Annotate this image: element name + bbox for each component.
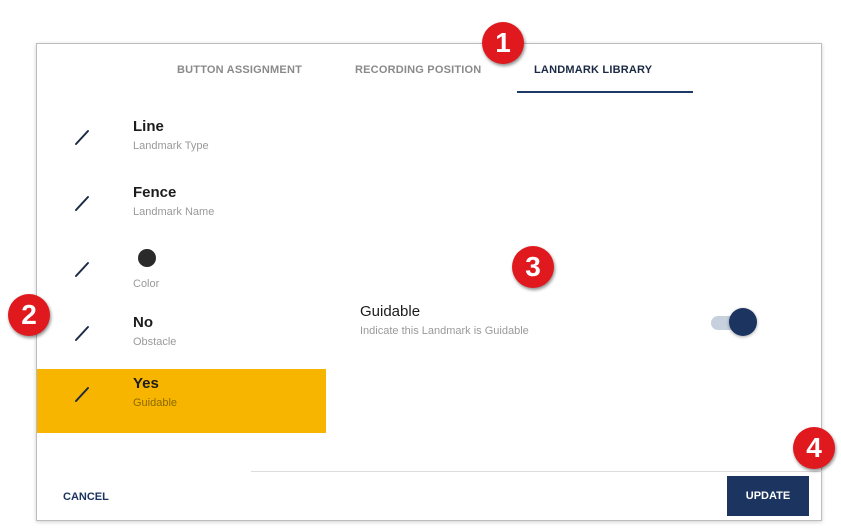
- property-label: Guidable: [133, 397, 178, 409]
- property-row-name[interactable]: Fence Landmark Name: [37, 178, 326, 242]
- property-value: No: [133, 314, 153, 331]
- callout-marker-2: 2: [8, 294, 50, 336]
- color-swatch: [138, 249, 156, 267]
- tab-landmark-library[interactable]: LANDMARK LIBRARY: [534, 64, 652, 76]
- property-label: Obstacle: [133, 336, 177, 348]
- active-tab-indicator: [517, 91, 693, 93]
- pencil-icon: [75, 262, 89, 277]
- property-value: Fence: [133, 184, 177, 201]
- property-value: Line: [133, 118, 164, 135]
- pencil-icon: [75, 387, 89, 402]
- property-label: Color: [133, 278, 160, 290]
- callout-marker-1: 1: [482, 22, 524, 64]
- property-row-obstacle[interactable]: No Obstacle: [37, 308, 326, 372]
- tab-button-assignment[interactable]: BUTTON ASSIGNMENT: [177, 64, 302, 76]
- tab-recording-position[interactable]: RECORDING POSITION: [355, 64, 481, 76]
- cancel-button[interactable]: CANCEL: [63, 491, 109, 503]
- property-value: Yes: [133, 375, 159, 392]
- property-label: Landmark Type: [133, 140, 209, 152]
- pencil-icon: [75, 326, 89, 341]
- property-row-type[interactable]: Line Landmark Type: [37, 112, 326, 176]
- update-button[interactable]: UPDATE: [727, 476, 809, 516]
- detail-description: Indicate this Landmark is Guidable: [360, 325, 529, 337]
- callout-marker-4: 4: [793, 427, 835, 469]
- property-label: Landmark Name: [133, 206, 215, 218]
- property-row-color[interactable]: Color: [37, 244, 326, 308]
- pencil-icon: [75, 130, 89, 145]
- property-row-guidable[interactable]: Yes Guidable: [37, 369, 326, 433]
- footer-divider: [251, 471, 822, 472]
- landmark-dialog: BUTTON ASSIGNMENT RECORDING POSITION LAN…: [36, 43, 822, 521]
- callout-marker-3: 3: [512, 246, 554, 288]
- toggle-knob: [729, 308, 757, 336]
- guidable-toggle[interactable]: [709, 308, 759, 338]
- detail-title: Guidable: [360, 303, 421, 320]
- pencil-icon: [75, 196, 89, 211]
